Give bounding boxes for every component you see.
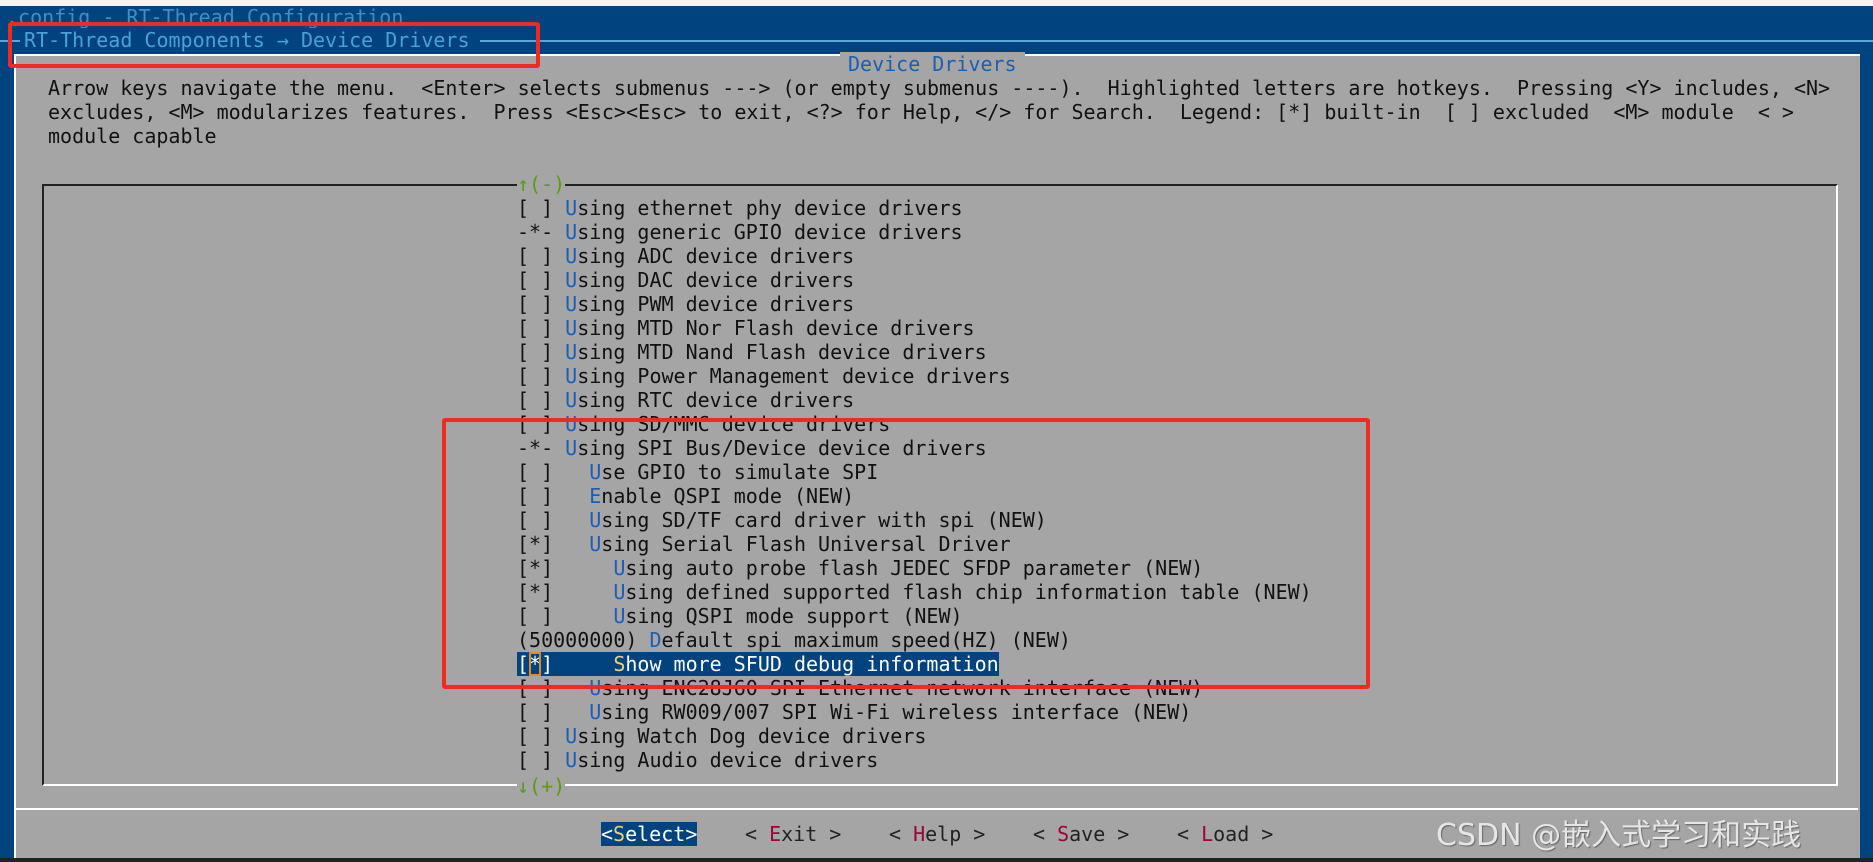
button-load[interactable]: < Load > (1177, 822, 1273, 846)
item-hotkey: U (589, 700, 602, 724)
watermark: CSDN @嵌入式学习和实践 (1436, 818, 1802, 853)
item-label: sing RTC device drivers (577, 388, 855, 412)
menu-item[interactable]: [ ] Using RW009/007 SPI Wi-Fi wireless i… (517, 700, 1191, 724)
item-hotkey: U (565, 292, 578, 316)
button-open: < (1033, 822, 1058, 846)
menu-item[interactable]: [ ] Using MTD Nor Flash device drivers (517, 316, 975, 340)
menu-item[interactable]: [ ] Using DAC device drivers (517, 268, 854, 292)
button-rest: ave (1069, 822, 1106, 846)
item-state: [ ] (517, 292, 566, 316)
item-label: sing Power Management device drivers (577, 364, 1011, 388)
item-hotkey: U (565, 268, 578, 292)
button-rest: oad (1213, 822, 1250, 846)
button-select[interactable]: <Select> (601, 822, 698, 846)
menu-item[interactable]: [ ] Using ADC device drivers (517, 244, 854, 268)
item-state: [ ] (517, 316, 566, 340)
item-state: [ ] (517, 196, 566, 220)
item-hotkey: U (565, 748, 578, 772)
menu-item[interactable]: [ ] Using MTD Nand Flash device drivers (517, 340, 987, 364)
item-label: sing Watch Dog device drivers (577, 724, 927, 748)
button-hotkey: H (913, 822, 926, 846)
button-close: > (1105, 822, 1130, 846)
button-hotkey: E (769, 822, 782, 846)
item-hotkey: U (565, 316, 578, 340)
item-state: [ ] (517, 268, 566, 292)
button-close: > (817, 822, 842, 846)
button-rest: elp (925, 822, 962, 846)
menu-item[interactable]: [ ] Using Watch Dog device drivers (517, 724, 926, 748)
button-open: < (601, 822, 614, 846)
help-text-line: Arrow keys navigate the menu. <Enter> se… (48, 76, 1831, 100)
scroll-up-indicator[interactable]: ↑(-) (517, 172, 566, 196)
button-open: < (745, 822, 770, 846)
item-state: [ ] (517, 700, 590, 724)
menu-item[interactable]: [ ] Using Audio device drivers (517, 748, 878, 772)
item-label: sing ethernet phy device drivers (577, 196, 963, 220)
item-hotkey: U (565, 196, 578, 220)
button-close: > (685, 822, 698, 846)
item-hotkey: U (565, 244, 578, 268)
item-state: [ ] (517, 340, 566, 364)
item-hotkey: U (565, 364, 578, 388)
item-state: [ ] (517, 364, 566, 388)
menu-item[interactable]: [ ] Using RTC device drivers (517, 388, 854, 412)
help-text-line: excludes, <M> modularizes features. Pres… (48, 100, 1794, 124)
item-label: sing RW009/007 SPI Wi-Fi wireless interf… (601, 700, 1192, 724)
button-close: > (1249, 822, 1274, 846)
menu-item[interactable]: [ ] Using Power Management device driver… (517, 364, 1011, 388)
button-close: > (961, 822, 986, 846)
scroll-down-indicator[interactable]: ↓(+) (517, 774, 566, 798)
item-state: [ ] (517, 244, 566, 268)
menu-item[interactable]: [ ] Using PWM device drivers (517, 292, 854, 316)
annotation-box-spi (442, 418, 1370, 689)
item-label: sing ADC device drivers (577, 244, 855, 268)
item-state: -*- (517, 220, 566, 244)
item-label: sing MTD Nand Flash device drivers (577, 340, 987, 364)
button-rest: elect (625, 822, 686, 846)
item-state: [ ] (517, 724, 566, 748)
dialog-title: Device Drivers (840, 52, 1025, 76)
button-save[interactable]: < Save > (1033, 822, 1129, 846)
item-state: [ ] (517, 748, 566, 772)
item-state: [ ] (517, 388, 566, 412)
button-help[interactable]: < Help > (889, 822, 985, 846)
bottom-edge (0, 858, 1873, 862)
item-label: sing PWM device drivers (577, 292, 855, 316)
help-text-line: module capable (48, 124, 217, 148)
item-hotkey: U (565, 220, 578, 244)
item-hotkey: U (565, 340, 578, 364)
button-hotkey: S (1057, 822, 1070, 846)
item-hotkey: U (565, 388, 578, 412)
button-open: < (1177, 822, 1202, 846)
button-hotkey: L (1201, 822, 1214, 846)
item-label: sing DAC device drivers (577, 268, 855, 292)
item-label: sing Audio device drivers (577, 748, 879, 772)
button-open: < (889, 822, 914, 846)
button-hotkey: S (613, 822, 626, 846)
item-hotkey: U (565, 724, 578, 748)
menu-item[interactable]: -*- Using generic GPIO device drivers (517, 220, 963, 244)
item-label: sing generic GPIO device drivers (577, 220, 963, 244)
button-rest: xit (781, 822, 818, 846)
menu-item[interactable]: [ ] Using ethernet phy device drivers (517, 196, 963, 220)
button-exit[interactable]: < Exit > (745, 822, 841, 846)
annotation-box-breadcrumb (8, 22, 540, 68)
item-label: sing MTD Nor Flash device drivers (577, 316, 975, 340)
